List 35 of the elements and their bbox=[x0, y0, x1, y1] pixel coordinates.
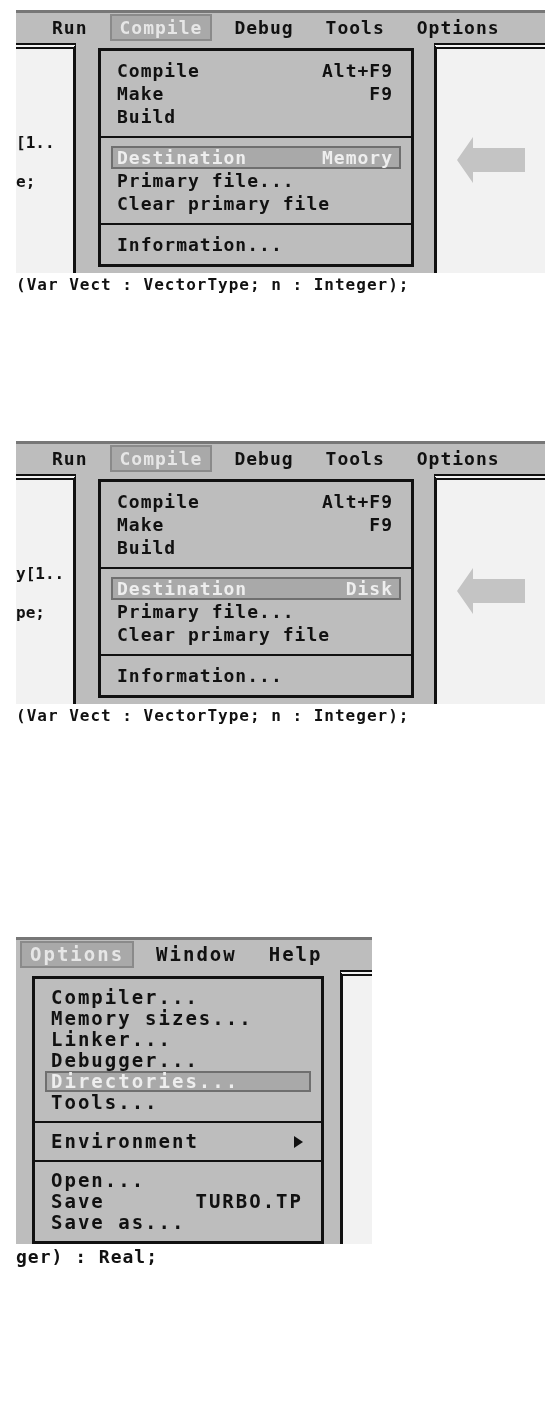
menu-title[interactable]: Tools bbox=[315, 14, 395, 41]
menu-title[interactable]: Options bbox=[406, 14, 510, 41]
menu-item[interactable]: Compile Alt+F9 bbox=[111, 59, 401, 82]
menu-item[interactable]: Primary file... bbox=[111, 600, 401, 623]
menu-title[interactable]: Options bbox=[406, 445, 510, 472]
menu-item[interactable]: Make F9 bbox=[111, 82, 401, 105]
code-text: y[1.. bbox=[16, 564, 66, 583]
menu-item[interactable]: Memory sizes... bbox=[45, 1008, 311, 1029]
menu-title[interactable]: Help bbox=[258, 941, 333, 968]
menu-item[interactable]: Build bbox=[111, 105, 401, 128]
menu-item[interactable]: Compile Alt+F9 bbox=[111, 490, 401, 513]
menu-item[interactable]: Compiler... bbox=[45, 987, 311, 1008]
menu-title[interactable]: Debug bbox=[224, 14, 304, 41]
menu-item[interactable]: Build bbox=[111, 536, 401, 559]
menu-title[interactable]: Window bbox=[146, 941, 247, 968]
menu-item[interactable]: Primary file... bbox=[111, 169, 401, 192]
code-text: [1.. bbox=[16, 133, 56, 152]
menu-item[interactable]: Environment bbox=[45, 1131, 311, 1152]
menu-item[interactable]: Make F9 bbox=[111, 513, 401, 536]
code-text: pe; bbox=[16, 603, 46, 622]
menu-item[interactable]: Debugger... bbox=[45, 1050, 311, 1071]
menu-title[interactable]: Run bbox=[42, 14, 98, 41]
menu-item[interactable]: Save TURBO.TP bbox=[45, 1191, 311, 1212]
menu-item[interactable]: Linker... bbox=[45, 1029, 311, 1050]
menu-item[interactable]: Save as... bbox=[45, 1212, 311, 1233]
menu-item[interactable]: Tools... bbox=[45, 1092, 311, 1113]
menu-item[interactable]: Clear primary file bbox=[111, 623, 401, 646]
menu-item[interactable]: Information... bbox=[111, 233, 401, 256]
code-text: e; bbox=[16, 172, 37, 191]
menu-item[interactable]: Clear primary file bbox=[111, 192, 401, 215]
menu-item[interactable]: Open... bbox=[45, 1170, 311, 1191]
menu-title[interactable]: Tools bbox=[315, 445, 395, 472]
menu-title[interactable]: Debug bbox=[224, 445, 304, 472]
menu-title[interactable]: Run bbox=[42, 445, 98, 472]
menu-item[interactable]: Information... bbox=[111, 664, 401, 687]
